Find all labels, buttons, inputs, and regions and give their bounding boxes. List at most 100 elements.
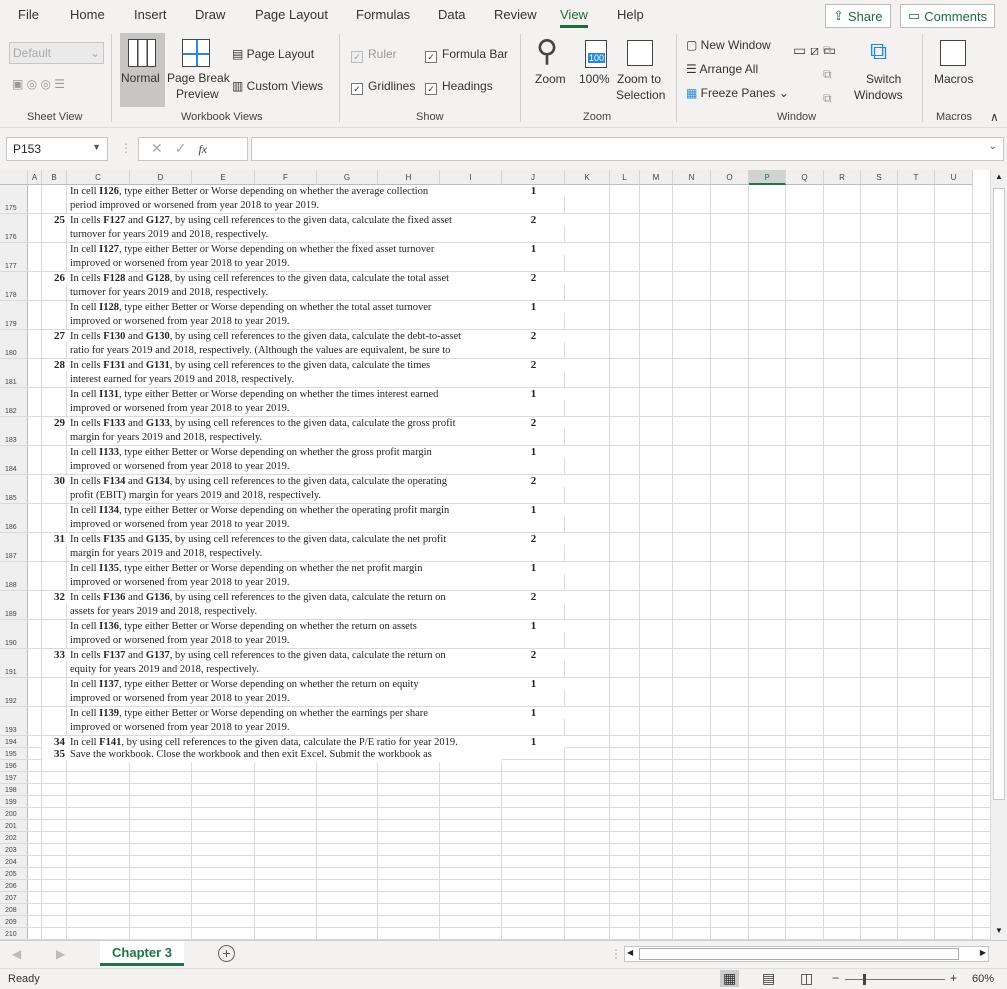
tab-insert[interactable]: Insert: [134, 7, 167, 22]
normal-view-button[interactable]: Normal: [120, 33, 165, 107]
instruction-cell[interactable]: In cell I133, type either Better or Wors…: [67, 446, 502, 474]
zoom-out-button[interactable]: −: [832, 971, 839, 985]
tab-page-layout[interactable]: Page Layout: [255, 7, 328, 22]
tab-data[interactable]: Data: [438, 7, 465, 22]
drag-handle-icon[interactable]: ⋮: [120, 141, 132, 155]
instruction-cell[interactable]: In cells F137 and G137, by using cell re…: [67, 649, 502, 677]
row-header[interactable]: 200: [0, 808, 28, 819]
expand-formula-icon[interactable]: ⌄: [989, 141, 997, 152]
new-window-button[interactable]: ▢ New Window: [686, 38, 771, 52]
row-header[interactable]: 189: [0, 591, 28, 619]
points-cell[interactable]: 2: [502, 330, 565, 342]
page-layout-view-icon[interactable]: ▤: [762, 970, 775, 987]
zoom-button[interactable]: ⚲ Zoom: [530, 34, 572, 106]
column-header-h[interactable]: H: [378, 170, 440, 185]
prev-sheet-icon[interactable]: ◀: [12, 947, 21, 961]
instruction-cell[interactable]: In cell I126, type either Better or Wors…: [67, 185, 502, 213]
custom-views-button[interactable]: ▥ Custom Views: [232, 79, 323, 93]
tab-draw[interactable]: Draw: [195, 7, 225, 22]
points-cell[interactable]: 1: [502, 301, 565, 313]
column-header-p[interactable]: P: [749, 170, 786, 185]
insert-function-button[interactable]: fx: [198, 142, 207, 156]
column-header-s[interactable]: S: [861, 170, 898, 185]
points-cell[interactable]: 1: [502, 562, 565, 574]
tab-view[interactable]: View: [560, 7, 588, 28]
points-cell[interactable]: 2: [502, 475, 565, 487]
row-header[interactable]: 177: [0, 243, 28, 271]
points-cell[interactable]: 2: [502, 533, 565, 545]
row-header[interactable]: 202: [0, 832, 28, 843]
row-header[interactable]: 182: [0, 388, 28, 416]
points-cell[interactable]: 2: [502, 649, 565, 661]
row-header[interactable]: 185: [0, 475, 28, 503]
instruction-cell[interactable]: In cells F130 and G130, by using cell re…: [67, 330, 502, 358]
macros-button[interactable]: Macros: [930, 34, 978, 106]
points-cell[interactable]: 1: [502, 446, 565, 458]
points-cell[interactable]: 1: [502, 736, 565, 748]
column-header-d[interactable]: D: [130, 170, 192, 185]
column-header-u[interactable]: U: [935, 170, 973, 185]
points-cell[interactable]: 1: [502, 185, 565, 197]
step-number-cell[interactable]: 29: [42, 417, 67, 429]
column-header-j[interactable]: J: [502, 170, 565, 185]
points-cell[interactable]: 2: [502, 591, 565, 603]
headings-checkbox[interactable]: ✓ Headings: [425, 79, 493, 95]
horizontal-scrollbar[interactable]: ◀ ▶: [624, 946, 989, 962]
row-header[interactable]: 201: [0, 820, 28, 831]
page-layout-button[interactable]: ▤ Page Layout: [232, 47, 314, 61]
step-number-cell[interactable]: 26: [42, 272, 67, 284]
column-header-t[interactable]: T: [898, 170, 935, 185]
row-header[interactable]: 179: [0, 301, 28, 329]
step-number-cell[interactable]: 35: [42, 748, 67, 760]
column-header-r[interactable]: R: [824, 170, 861, 185]
step-number-cell[interactable]: 32: [42, 591, 67, 603]
arrange-all-button[interactable]: ☰ Arrange All: [686, 62, 758, 76]
points-cell[interactable]: 1: [502, 620, 565, 632]
row-header[interactable]: 196: [0, 760, 28, 771]
formula-bar-checkbox[interactable]: ✓ Formula Bar: [425, 47, 508, 63]
column-header-k[interactable]: K: [565, 170, 610, 185]
next-sheet-icon[interactable]: ▶: [56, 947, 65, 961]
row-header[interactable]: 193: [0, 707, 28, 735]
switch-windows-button[interactable]: ⧉ Switch Windows: [852, 34, 916, 106]
row-header[interactable]: 187: [0, 533, 28, 561]
step-number-cell[interactable]: 31: [42, 533, 67, 545]
instruction-cell[interactable]: In cell I131, type either Better or Wors…: [67, 388, 502, 416]
zoom-in-button[interactable]: +: [950, 971, 957, 985]
step-number-cell[interactable]: 28: [42, 359, 67, 371]
instruction-cell[interactable]: In cells F135 and G135, by using cell re…: [67, 533, 502, 561]
step-number-cell[interactable]: 27: [42, 330, 67, 342]
step-number-cell[interactable]: 34: [42, 736, 67, 748]
column-header-a[interactable]: A: [28, 170, 42, 185]
column-header-m[interactable]: M: [640, 170, 673, 185]
row-header[interactable]: 178: [0, 272, 28, 300]
freeze-panes-button[interactable]: ▦ Freeze Panes ⌄: [686, 86, 789, 100]
tab-review[interactable]: Review: [494, 7, 537, 22]
share-button[interactable]: ⇪ Share: [825, 4, 891, 28]
scroll-up-icon[interactable]: ▲: [995, 172, 1003, 181]
instruction-cell[interactable]: In cell I134, type either Better or Wors…: [67, 504, 502, 532]
column-header-n[interactable]: N: [673, 170, 711, 185]
column-header-i[interactable]: I: [440, 170, 502, 185]
step-number-cell[interactable]: 25: [42, 214, 67, 226]
collapse-ribbon-icon[interactable]: ∧: [990, 110, 999, 124]
select-all-corner[interactable]: [0, 170, 28, 185]
points-cell[interactable]: 2: [502, 272, 565, 284]
instruction-cell[interactable]: In cells F134 and G134, by using cell re…: [67, 475, 502, 503]
instruction-cell[interactable]: In cell I136, type either Better or Wors…: [67, 620, 502, 648]
tab-file[interactable]: File: [18, 7, 39, 22]
name-box[interactable]: P153 ▼: [6, 137, 108, 161]
ruler-checkbox[interactable]: ✓ Ruler: [351, 47, 397, 63]
page-break-view-icon[interactable]: ◫: [800, 970, 813, 987]
tab-help[interactable]: Help: [617, 7, 644, 22]
instruction-cell[interactable]: In cells F136 and G136, by using cell re…: [67, 591, 502, 619]
column-header-c[interactable]: C: [67, 170, 130, 185]
row-header[interactable]: 192: [0, 678, 28, 706]
sheet-view-select[interactable]: Default ⌄: [9, 42, 104, 64]
instruction-cell[interactable]: In cells F128 and G128, by using cell re…: [67, 272, 502, 300]
column-header-l[interactable]: L: [610, 170, 640, 185]
formula-input[interactable]: ⌄: [251, 137, 1004, 161]
instruction-cell[interactable]: In cell I135, type either Better or Wors…: [67, 562, 502, 590]
worksheet-grid[interactable]: A B C D E F G H I J K L M N O P Q R S T U 175 In cell I126, ty…: [0, 170, 990, 940]
column-header-f[interactable]: F: [255, 170, 317, 185]
